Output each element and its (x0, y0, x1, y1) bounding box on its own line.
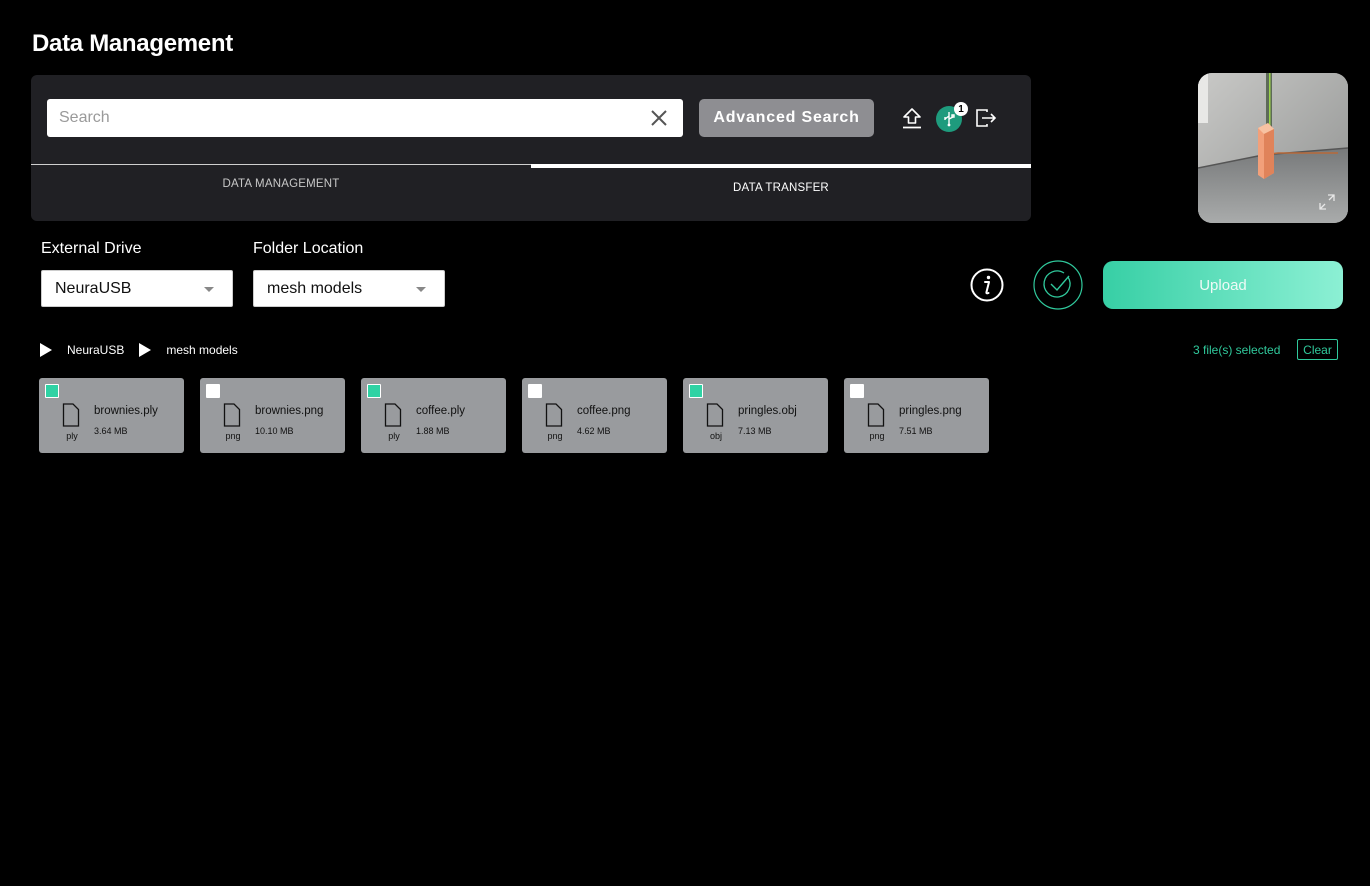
file-name: coffee.ply (416, 405, 466, 417)
file-icon (867, 403, 885, 427)
file-size: 1.88 MB (416, 426, 450, 436)
breadcrumb-item[interactable]: NeuraUSB (67, 343, 124, 357)
file-checkbox[interactable] (45, 384, 59, 398)
search-input[interactable] (47, 99, 637, 137)
file-icon (545, 403, 563, 427)
file-card[interactable]: obj pringles.obj 7.13 MB (683, 378, 828, 453)
file-card[interactable]: png coffee.png 4.62 MB (522, 378, 667, 453)
file-checkbox[interactable] (367, 384, 381, 398)
upload-icon[interactable] (899, 105, 925, 131)
file-checkbox[interactable] (689, 384, 703, 398)
file-card[interactable]: ply coffee.ply 1.88 MB (361, 378, 506, 453)
file-icon (62, 403, 80, 427)
play-arrow-icon (40, 343, 52, 357)
close-icon[interactable] (649, 108, 669, 128)
file-icon (384, 403, 402, 427)
external-drive-value: NeuraUSB (55, 280, 132, 297)
camera-preview[interactable] (1198, 73, 1348, 223)
folder-location-label: Folder Location (253, 240, 364, 257)
file-card[interactable]: png brownies.png 10.10 MB (200, 378, 345, 453)
file-name: pringles.png (899, 405, 962, 417)
selected-count: 3 file(s) selected (1193, 343, 1281, 357)
search-panel: Advanced Search 1 DATA MANAGEMENT DATA T… (31, 75, 1031, 221)
file-icon (223, 403, 241, 427)
file-card[interactable]: png pringles.png 7.51 MB (844, 378, 989, 453)
advanced-search-button[interactable]: Advanced Search (699, 99, 874, 137)
notification-count-badge: 1 (954, 102, 968, 116)
file-name: coffee.png (577, 405, 631, 417)
logout-icon[interactable] (973, 105, 999, 131)
file-icon (706, 403, 724, 427)
external-drive-label: External Drive (41, 240, 142, 257)
file-extension: png (869, 431, 885, 441)
page-title: Data Management (32, 30, 233, 57)
file-extension: png (547, 431, 563, 441)
file-extension: ply (388, 431, 400, 441)
upload-button[interactable]: Upload (1103, 261, 1343, 309)
folder-location-value: mesh models (267, 280, 363, 297)
tab-data-management[interactable]: DATA MANAGEMENT (31, 164, 531, 221)
expand-icon[interactable] (1318, 193, 1336, 211)
file-size: 10.10 MB (255, 426, 294, 436)
file-name: brownies.ply (94, 405, 158, 417)
chevron-down-icon (416, 287, 426, 292)
file-checkbox[interactable] (850, 384, 864, 398)
chevron-down-icon (204, 287, 214, 292)
tab-bar: DATA MANAGEMENT DATA TRANSFER (31, 164, 1031, 221)
clear-selection-button[interactable]: Clear (1297, 339, 1338, 360)
file-checkbox[interactable] (206, 384, 220, 398)
file-size: 4.62 MB (577, 426, 611, 436)
file-extension: ply (66, 431, 78, 441)
notifications-button[interactable]: 1 (936, 102, 968, 132)
folder-location-select[interactable]: mesh models (253, 270, 445, 307)
file-name: brownies.png (255, 405, 324, 417)
confirm-check-icon[interactable] (1033, 260, 1083, 310)
tab-data-transfer[interactable]: DATA TRANSFER (531, 164, 1031, 221)
info-icon[interactable] (970, 268, 1004, 302)
external-drive-select[interactable]: NeuraUSB (41, 270, 233, 307)
breadcrumb-item[interactable]: mesh models (166, 343, 237, 357)
breadcrumb: NeuraUSB mesh models (40, 340, 253, 360)
file-card[interactable]: ply brownies.ply 3.64 MB (39, 378, 184, 453)
file-size: 3.64 MB (94, 426, 128, 436)
file-checkbox[interactable] (528, 384, 542, 398)
file-name: pringles.obj (738, 405, 797, 417)
search-box (47, 99, 683, 137)
file-size: 7.13 MB (738, 426, 772, 436)
play-arrow-icon (139, 343, 152, 357)
file-extension: obj (709, 431, 722, 441)
file-extension: png (225, 431, 241, 441)
file-size: 7.51 MB (899, 426, 933, 436)
